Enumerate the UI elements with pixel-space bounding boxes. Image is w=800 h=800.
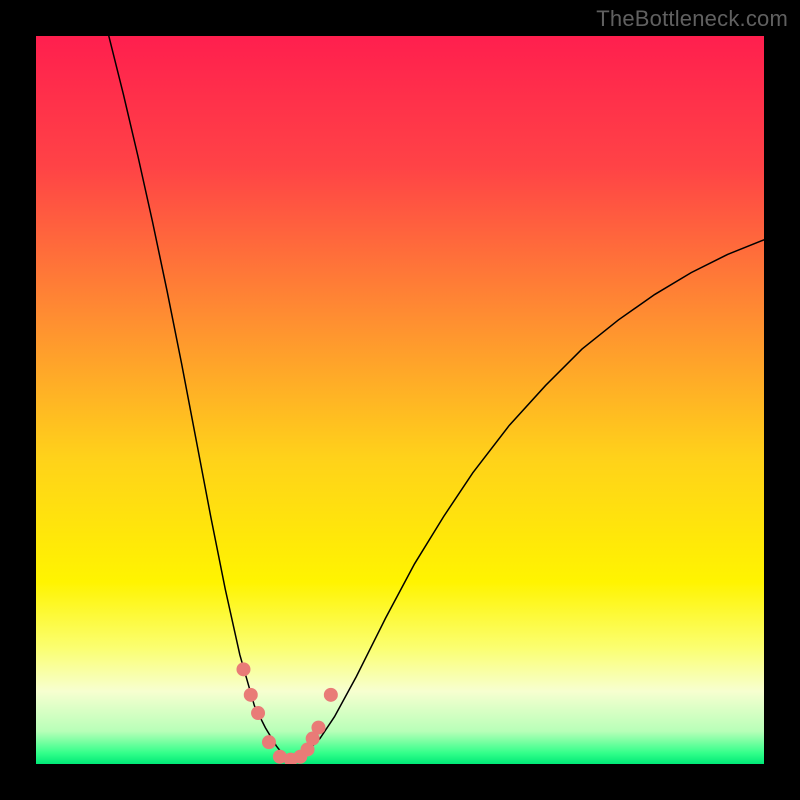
data-marker bbox=[244, 688, 258, 702]
chart-svg bbox=[36, 36, 764, 764]
data-marker bbox=[324, 688, 338, 702]
watermark-text: TheBottleneck.com bbox=[596, 6, 788, 32]
data-marker bbox=[311, 721, 325, 735]
chart-frame: TheBottleneck.com bbox=[0, 0, 800, 800]
plot-area bbox=[36, 36, 764, 764]
data-marker bbox=[251, 706, 265, 720]
gradient-background bbox=[36, 36, 764, 764]
data-marker bbox=[262, 735, 276, 749]
data-marker bbox=[236, 662, 250, 676]
